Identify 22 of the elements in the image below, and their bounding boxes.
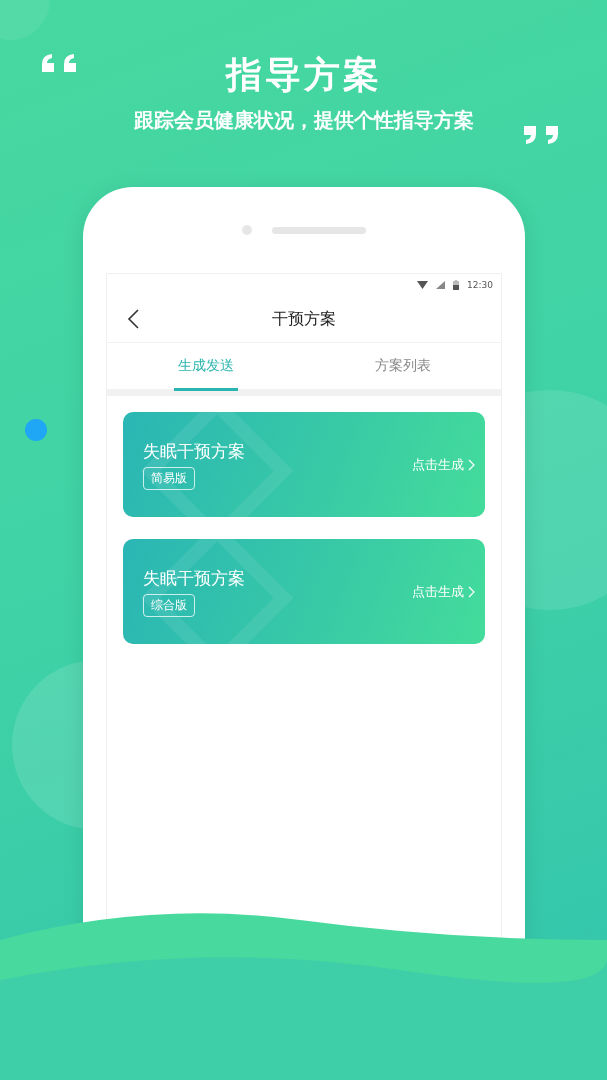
plan-tag: 简易版	[143, 466, 195, 490]
generate-link[interactable]: 点击生成	[412, 582, 475, 601]
page-subtitle: 跟踪会员健康状况，提供个性指导方案	[133, 107, 474, 134]
battery-icon	[453, 280, 460, 290]
wifi-icon	[417, 281, 429, 289]
plan-title: 失眠干预方案	[143, 439, 245, 463]
plan-tag: 综合版	[143, 593, 195, 617]
chevron-right-icon	[468, 458, 475, 471]
tab[interactable]: 方案列表	[370, 343, 435, 391]
tab[interactable]: 生成发送	[173, 343, 238, 391]
plan-card[interactable]: 失眠干预方案 综合版 点击生成	[123, 539, 485, 644]
page-title: 指导方案	[225, 53, 382, 97]
plan-title: 失眠干预方案	[143, 566, 245, 590]
status-time: 12:30	[467, 280, 493, 290]
plan-card[interactable]: 失眠干预方案 简易版 点击生成	[123, 412, 485, 517]
dot-decoration	[25, 419, 47, 441]
signal-icon	[436, 281, 446, 289]
generate-link[interactable]: 点击生成	[412, 455, 475, 474]
camera-dot	[242, 225, 252, 235]
screen-title: 干预方案	[272, 308, 336, 330]
back-icon[interactable]	[127, 309, 139, 329]
chevron-right-icon	[468, 585, 475, 598]
